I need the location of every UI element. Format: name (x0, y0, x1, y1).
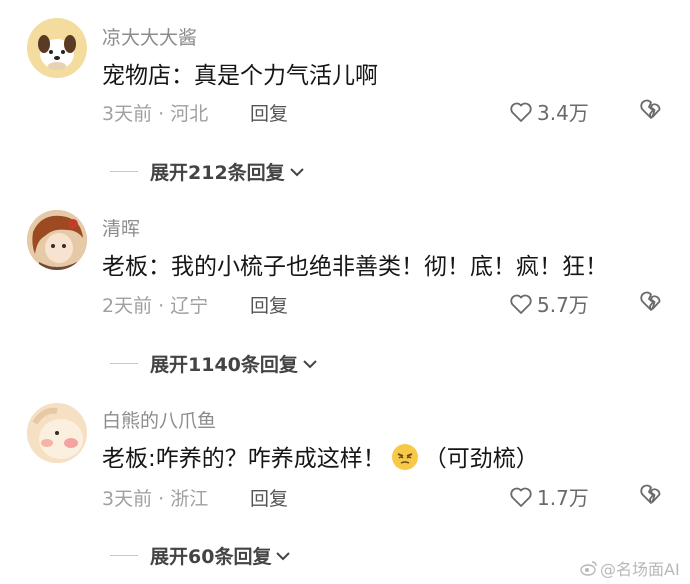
divider-line (110, 363, 138, 364)
broken-heart-icon (640, 99, 661, 119)
comment-text-aside: （可劲梳） (423, 446, 539, 472)
comment-meta: 2天前 · 辽宁 (102, 295, 209, 317)
expand-replies-button[interactable]: 展开212条回复 (110, 158, 305, 185)
watermark: @名场面AI (580, 556, 680, 580)
heart-outline-icon (510, 294, 532, 314)
like-count: 5.7万 (537, 293, 589, 317)
expand-replies-label: 展开60条回复 (150, 546, 272, 568)
username[interactable]: 白熊的八爪鱼 (102, 406, 216, 433)
divider-line (110, 171, 138, 172)
heart-outline-icon (510, 102, 532, 122)
expand-replies-label: 展开1140条回复 (150, 354, 298, 376)
weibo-logo-icon (580, 561, 597, 576)
broken-heart-icon (640, 291, 661, 311)
broken-heart-icon (640, 484, 661, 504)
reply-button[interactable]: 回复 (250, 484, 288, 511)
expand-replies-button[interactable]: 展开1140条回复 (110, 350, 318, 377)
divider-line (110, 555, 138, 556)
comment-text: 宠物店：真是个力气活儿啊 (102, 63, 378, 89)
comment-text-main: 老板:咋养的？咋养成这样！ (102, 446, 386, 472)
avatar[interactable] (27, 210, 87, 270)
like-button[interactable]: 1.7万 (509, 482, 589, 511)
like-button[interactable]: 5.7万 (509, 289, 589, 318)
chevron-down-icon (289, 167, 304, 176)
like-count: 3.4万 (537, 101, 589, 125)
chevron-down-icon (303, 359, 317, 368)
like-count: 1.7万 (537, 486, 589, 510)
username[interactable]: 清晖 (102, 214, 140, 241)
avatar[interactable] (27, 403, 87, 463)
like-button[interactable]: 3.4万 (509, 97, 589, 126)
avatar[interactable] (27, 18, 87, 78)
comment-meta: 3天前 · 河北 (102, 103, 209, 125)
heart-outline-icon (510, 487, 532, 507)
chevron-down-icon (276, 551, 291, 560)
reply-button[interactable]: 回复 (250, 291, 288, 318)
dislike-button[interactable] (639, 290, 663, 316)
expand-replies-button[interactable]: 展开60条回复 (110, 542, 291, 569)
reply-button[interactable]: 回复 (250, 99, 288, 126)
squinting-face-emoji (391, 444, 418, 470)
dislike-button[interactable] (639, 483, 663, 509)
watermark-text: @名场面AI (600, 560, 680, 579)
dislike-button[interactable] (639, 98, 663, 124)
comment-text: 老板：我的小梳子也绝非善类！彻！底！疯！狂！ (102, 254, 608, 280)
comment-meta: 3天前 · 浙江 (102, 488, 209, 510)
comment-text: 老板:咋养的？咋养成这样！ （可劲梳） (102, 439, 539, 473)
expand-replies-label: 展开212条回复 (150, 162, 285, 184)
username[interactable]: 凉大大大酱 (102, 23, 197, 50)
